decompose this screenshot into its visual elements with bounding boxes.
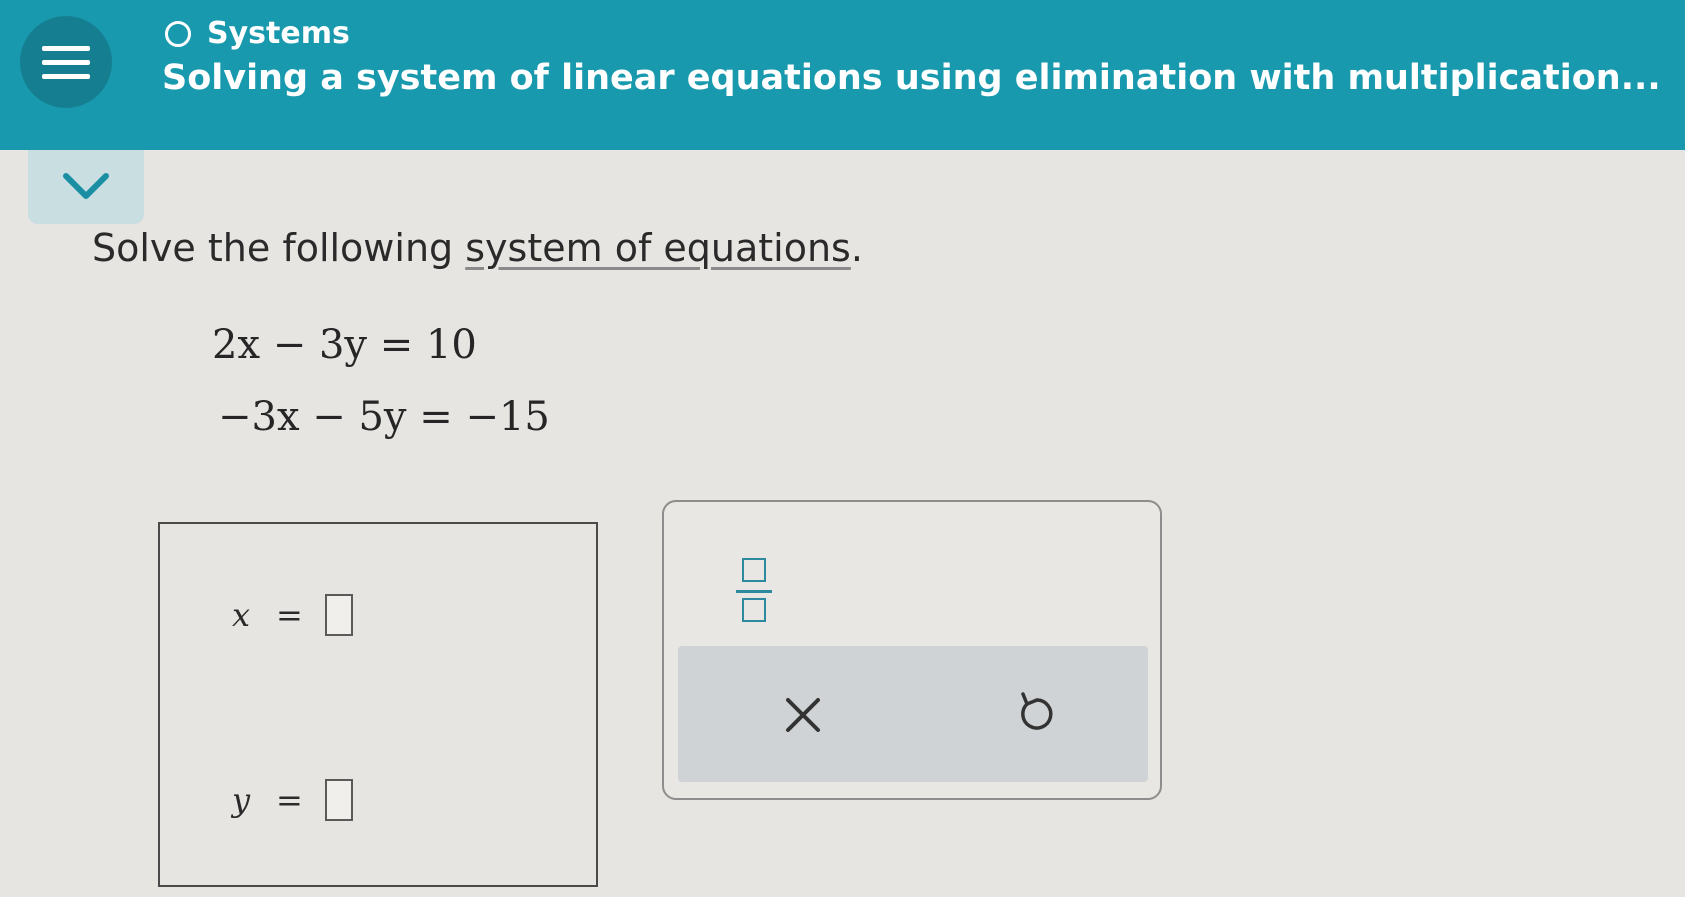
- math-tool-panel: [662, 500, 1162, 800]
- circle-outline-icon: [165, 20, 191, 47]
- answer-box: x = y =: [158, 522, 598, 887]
- collapse-button[interactable]: [28, 150, 144, 224]
- equals-sign: =: [276, 596, 303, 634]
- clear-button[interactable]: [778, 690, 828, 740]
- equation-2: −3x − 5y = −15: [218, 394, 550, 440]
- answer-row-y: y =: [232, 779, 353, 821]
- variable-label-x: x: [232, 596, 251, 634]
- action-bar: [678, 646, 1148, 782]
- topic-label: Systems: [207, 16, 350, 51]
- prompt-end: .: [850, 226, 863, 270]
- equation-1: 2x − 3y = 10: [212, 322, 477, 368]
- answer-row-x: x =: [232, 594, 353, 636]
- menu-button[interactable]: [20, 16, 112, 108]
- y-answer-input[interactable]: [324, 779, 353, 821]
- prompt-lead: Solve the following: [92, 226, 466, 270]
- x-answer-input[interactable]: [324, 594, 353, 636]
- undo-icon: [1021, 692, 1053, 730]
- lesson-title: Solving a system of linear equations usi…: [162, 58, 1661, 98]
- top-bar: Systems Solving a system of linear equat…: [0, 0, 1685, 150]
- fraction-button[interactable]: [730, 554, 782, 630]
- equals-sign: =: [276, 781, 303, 819]
- undo-button[interactable]: [1011, 688, 1061, 738]
- question-prompt: Solve the following system of equations.: [92, 226, 863, 270]
- chevron-down-icon: [63, 173, 109, 199]
- glossary-link[interactable]: system of equations: [465, 226, 851, 270]
- x-icon: [786, 698, 820, 732]
- variable-label-y: y: [232, 781, 251, 819]
- topic-row: Systems: [165, 16, 350, 51]
